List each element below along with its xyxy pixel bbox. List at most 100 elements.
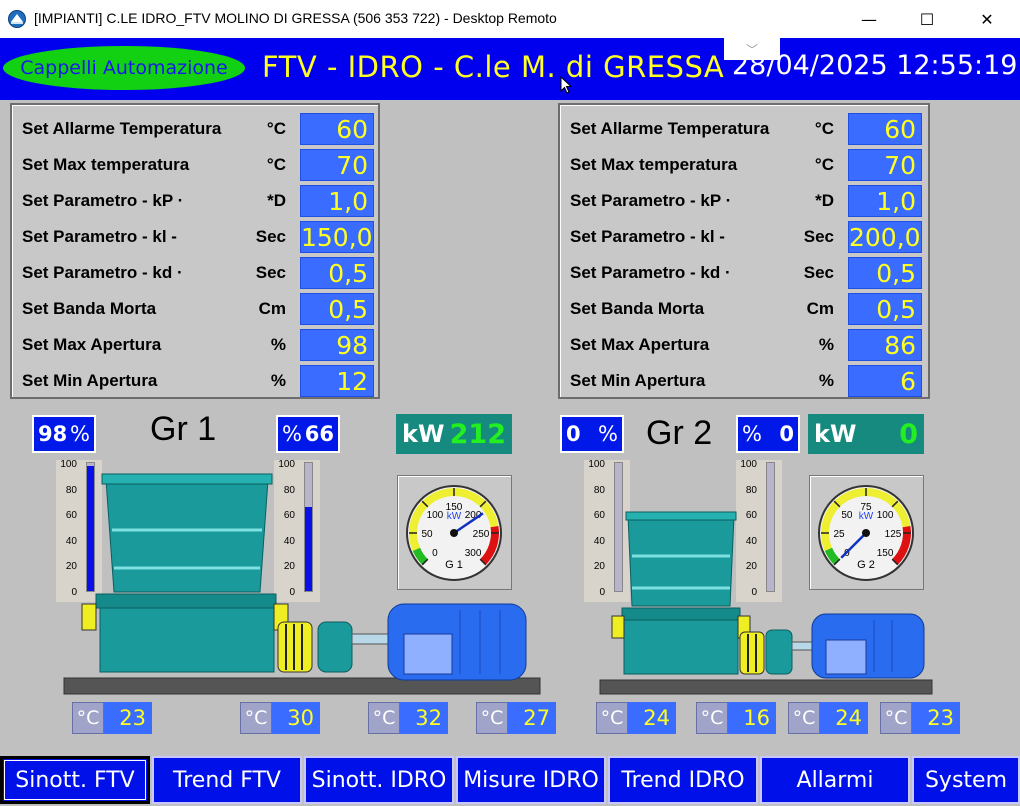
- setpoint-unit: *D: [815, 191, 834, 210]
- temperature-readout: °C 23: [880, 702, 960, 734]
- setpoint-value-field[interactable]: 0,5: [848, 257, 922, 289]
- setpoint-label: Set Banda Morta: [570, 299, 705, 318]
- setpoint-unit: °C: [814, 119, 834, 138]
- setpoint-label: Set Allarme Temperatura: [570, 119, 770, 138]
- mouse-cursor-icon: [560, 76, 573, 94]
- setpoint-value-field[interactable]: 6: [848, 365, 922, 397]
- setpoint-value-field[interactable]: 0,5: [848, 293, 922, 325]
- setpoint-label: Set Max Apertura: [570, 335, 710, 354]
- nav-button-system[interactable]: System: [912, 756, 1020, 804]
- setpoint-unit: %: [818, 371, 834, 390]
- setpoint-unit: Sec: [255, 227, 286, 246]
- temperature-unit: °C: [788, 702, 820, 734]
- setpoint-label: Set Parametro - kl -: [570, 227, 725, 246]
- window-title: [IMPIANTI] C.LE IDRO_FTV MOLINO DI GRESS…: [34, 10, 557, 26]
- setpoint-unit: Cm: [806, 299, 834, 318]
- setpoint-value-field[interactable]: 1,0: [300, 185, 374, 217]
- gr1-power-value: 212: [449, 418, 506, 450]
- temperature-unit: °C: [880, 702, 912, 734]
- setpoint-label: Set Parametro - kP ·: [570, 191, 732, 210]
- setpoint-unit: Cm: [258, 299, 286, 318]
- scale-tick-label: 100: [588, 459, 605, 470]
- setpoint-label: Set Min Apertura: [570, 371, 706, 390]
- nav-button-trend-ftv[interactable]: Trend FTV: [152, 756, 302, 804]
- setpoint-label: Set Allarme Temperatura: [22, 119, 222, 138]
- setpoint-value-field[interactable]: 98: [300, 329, 374, 361]
- gr1-opening-left-unit: %: [70, 422, 90, 446]
- temperature-value: 24: [820, 702, 868, 734]
- gr2-power-box: kW 0: [808, 414, 924, 454]
- gr1-opening-left-box: 98 %: [32, 415, 96, 453]
- gr2-opening-left-box: 0 %: [560, 415, 624, 453]
- setpoint-value-field[interactable]: 60: [300, 113, 374, 145]
- gr1-power-box: kW 212: [396, 414, 512, 454]
- nav-button-allarmi[interactable]: Allarmi: [760, 756, 910, 804]
- remote-desktop-pin-tab[interactable]: ﹀: [724, 38, 780, 60]
- remote-desktop-app-icon: [8, 10, 26, 28]
- setpoint-value-field[interactable]: 70: [848, 149, 922, 181]
- temperature-readout: °C 16: [696, 702, 776, 734]
- setpoint-label: Set Parametro - kd ·: [22, 263, 183, 282]
- setpoint-unit: *D: [267, 191, 286, 210]
- temperature-unit: °C: [72, 702, 104, 734]
- gr2-label: Gr 2: [646, 414, 713, 452]
- setpoint-value-field[interactable]: 200,0: [848, 221, 922, 253]
- setpoint-value-field[interactable]: 150,0: [300, 221, 374, 253]
- temperature-readout: °C 30: [240, 702, 320, 734]
- setpoint-value-field[interactable]: 1,0: [848, 185, 922, 217]
- scale-tick-label: 80: [593, 484, 605, 496]
- setpoint-unit: Sec: [255, 263, 286, 282]
- gr2-opening-right-value: 0: [779, 422, 794, 446]
- setpoint-label: Set Max temperatura: [22, 155, 190, 174]
- nav-button-sinott-idro[interactable]: Sinott. IDRO: [304, 756, 454, 804]
- temperature-unit: °C: [696, 702, 728, 734]
- temperature-unit: °C: [596, 702, 628, 734]
- setpoint-value-field[interactable]: 60: [848, 113, 922, 145]
- setpoint-unit: Sec: [803, 227, 834, 246]
- setpoint-value-field[interactable]: 86: [848, 329, 922, 361]
- setpoint-label: Set Banda Morta: [22, 299, 157, 318]
- temperature-unit: °C: [240, 702, 272, 734]
- gr2-turbine-generator-illustration: [599, 511, 933, 695]
- setpoint-unit: %: [818, 335, 834, 354]
- nav-button-misure-idro[interactable]: Misure IDRO: [456, 756, 606, 804]
- setpoint-value-field[interactable]: 70: [300, 149, 374, 181]
- setpoint-value-field[interactable]: 0,5: [300, 257, 374, 289]
- temperature-value: 27: [508, 702, 556, 734]
- temperature-readout: °C 24: [788, 702, 868, 734]
- maximize-button[interactable]: ☐: [898, 0, 956, 38]
- setpoint-unit: %: [270, 335, 286, 354]
- setpoint-label: Set Parametro - kl -: [22, 227, 177, 246]
- gr1-turbine-generator-illustration: [63, 473, 541, 695]
- setpoint-label: Set Max Apertura: [22, 335, 162, 354]
- temperature-unit: °C: [368, 702, 400, 734]
- setpoint-unit: Sec: [803, 263, 834, 282]
- setpoint-unit: %: [270, 371, 286, 390]
- setpoint-label: Set Max temperatura: [570, 155, 738, 174]
- temperature-value: 23: [104, 702, 152, 734]
- temperature-value: 32: [400, 702, 448, 734]
- setpoint-label: Set Min Apertura: [22, 371, 158, 390]
- close-button[interactable]: ✕: [958, 0, 1016, 38]
- temperature-readout: °C 24: [596, 702, 676, 734]
- gr2-opening-right-box: % 0: [736, 415, 800, 453]
- setpoint-unit: °C: [266, 155, 286, 174]
- gr1-opening-right-unit: %: [282, 422, 302, 446]
- temperature-unit: °C: [476, 702, 508, 734]
- setpoint-label: Set Parametro - kP ·: [22, 191, 184, 210]
- temperature-readout: °C 32: [368, 702, 448, 734]
- nav-button-sinott-ftv[interactable]: Sinott. FTV: [0, 756, 150, 804]
- minimize-button[interactable]: —: [840, 0, 898, 38]
- temperature-readout: °C 27: [476, 702, 556, 734]
- scale-tick-label: 80: [745, 484, 757, 496]
- nav-button-trend-idro[interactable]: Trend IDRO: [608, 756, 758, 804]
- setpoint-unit: °C: [266, 119, 286, 138]
- plant-title: FTV - IDRO - C.le M. di GRESSA: [262, 50, 725, 84]
- setpoint-value-field[interactable]: 12: [300, 365, 374, 397]
- setpoint-value-field[interactable]: 0,5: [300, 293, 374, 325]
- gr2-opening-right-unit: %: [742, 422, 762, 446]
- setpoint-unit: °C: [814, 155, 834, 174]
- window-titlebar: [IMPIANTI] C.LE IDRO_FTV MOLINO DI GRESS…: [0, 0, 1020, 38]
- setpoint-label: Set Parametro - kd ·: [570, 263, 731, 282]
- gr2-power-value: 0: [899, 418, 918, 450]
